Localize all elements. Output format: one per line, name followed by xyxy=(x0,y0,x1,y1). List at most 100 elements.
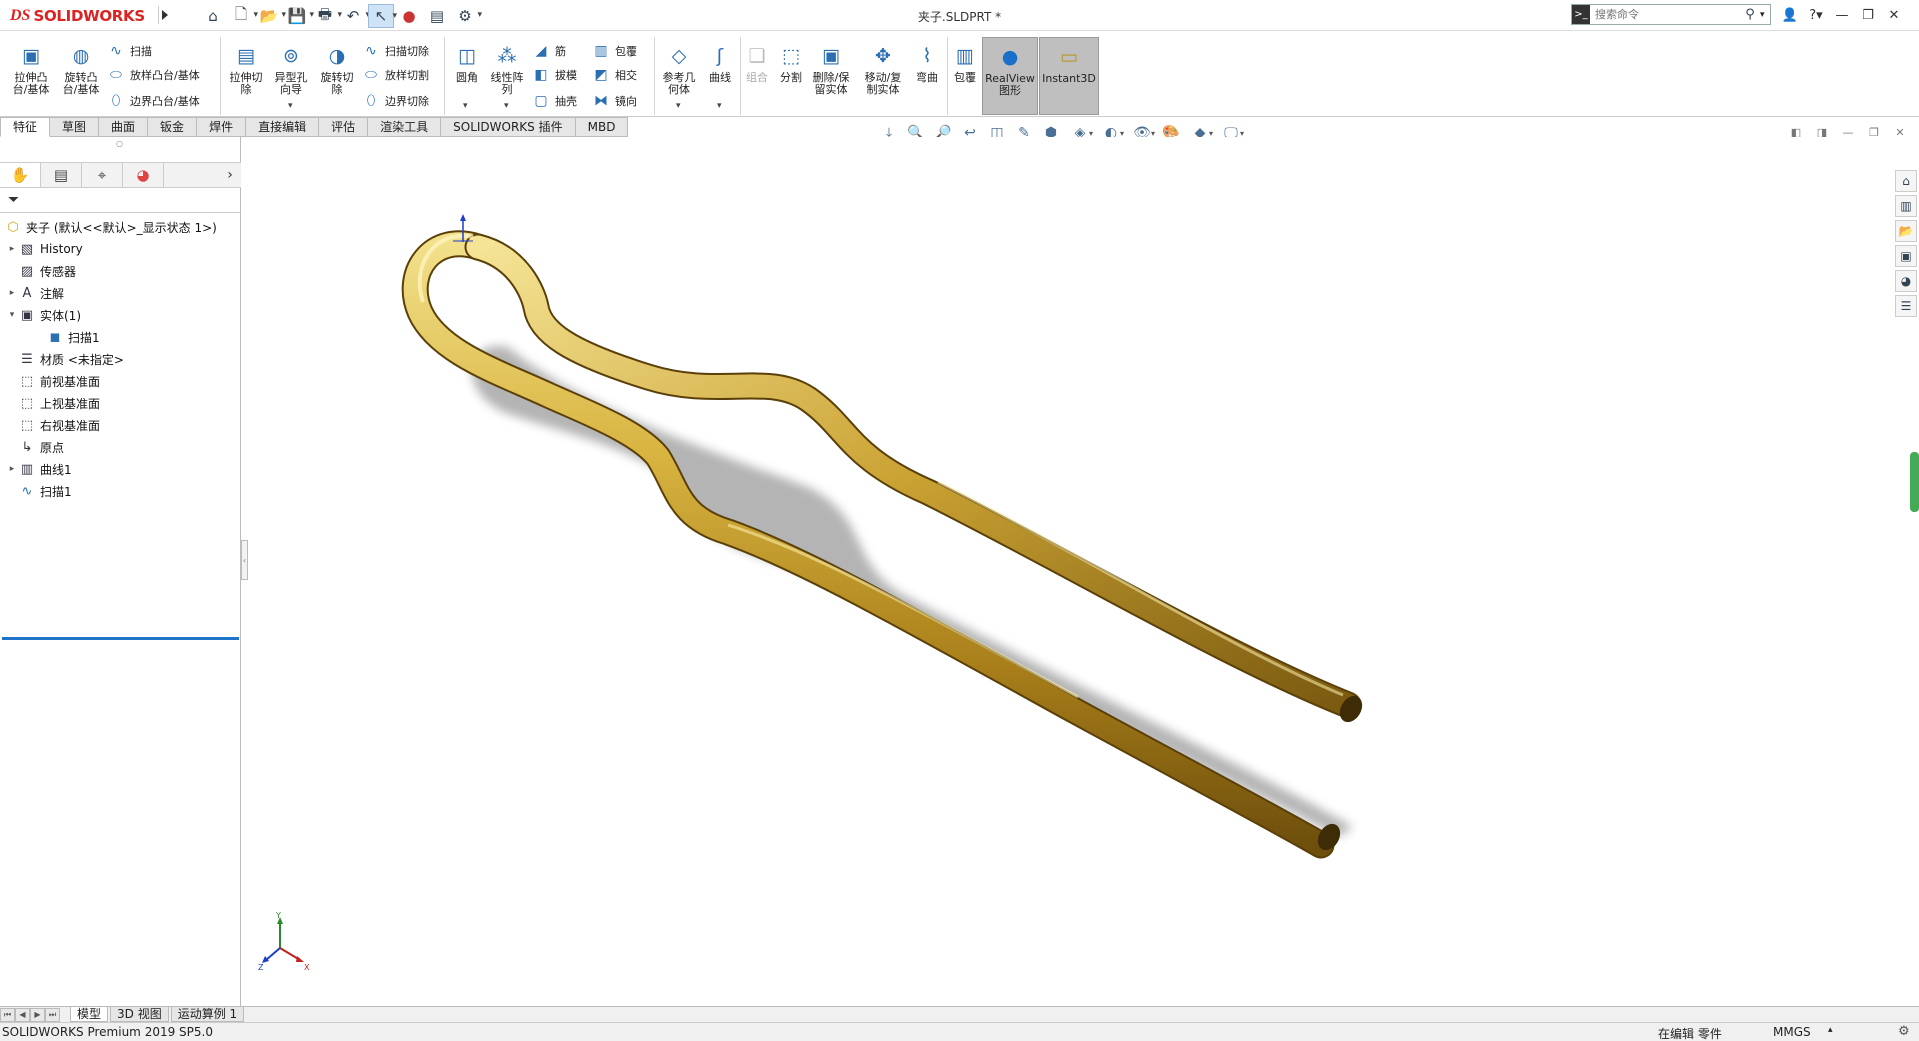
rebuild-traffic-light-icon[interactable]: ● xyxy=(396,4,422,28)
rib-button[interactable]: ◢ 筋 xyxy=(532,40,566,61)
tab-evaluate[interactable]: 评估 xyxy=(319,117,369,137)
displaymanager-tab-icon[interactable]: ◕ xyxy=(123,163,164,187)
user-account-icon[interactable]: 👤 xyxy=(1780,5,1800,25)
swept-cut-button[interactable]: ∿ 扫描切除 xyxy=(362,40,429,61)
custom-properties-icon[interactable]: ☰ xyxy=(1895,295,1917,317)
expand-arrow-icon[interactable]: ▸ xyxy=(6,464,18,474)
curves-dropdown-icon[interactable]: ▾ xyxy=(717,101,722,111)
design-library-icon[interactable]: ▥ xyxy=(1895,195,1917,217)
last-tab-arrow-icon[interactable]: ⏭ xyxy=(45,1007,60,1022)
tree-item-history[interactable]: ▸ ▧ History xyxy=(0,238,241,260)
hole-wizard-dropdown-icon[interactable]: ▾ xyxy=(288,101,293,111)
tree-item-front-plane[interactable]: ⬚ 前视基准面 xyxy=(0,370,241,392)
tab-weldments[interactable]: 焊件 xyxy=(197,117,247,137)
intersect-button[interactable]: ◩ 相交 xyxy=(592,64,637,85)
tab-mbd[interactable]: MBD xyxy=(575,117,629,137)
save-icon[interactable]: 💾 xyxy=(284,4,314,28)
tab-solidworks-addins[interactable]: SOLIDWORKS 插件 xyxy=(441,117,576,137)
tab-model[interactable]: 模型 xyxy=(70,1007,109,1022)
close-icon[interactable]: ✕ xyxy=(1884,5,1904,25)
solidworks-logo[interactable]: DS SOLIDWORKS xyxy=(10,5,145,27)
sweep-button[interactable]: ∿ 扫描 xyxy=(107,40,152,61)
tab-features[interactable]: 特征 xyxy=(0,117,51,137)
panel-more-arrow-icon[interactable]: › xyxy=(219,163,241,187)
search-input[interactable] xyxy=(1590,8,1740,21)
featuremanager-tab-icon[interactable]: ✋ xyxy=(0,163,41,187)
minimize-icon[interactable]: — xyxy=(1832,5,1852,25)
tree-item-curve1[interactable]: ▸ ▥ 曲线1 xyxy=(0,458,241,480)
linear-pattern-dropdown-icon[interactable]: ▾ xyxy=(504,101,509,111)
panel-collapse-handle-icon[interactable]: ○ xyxy=(116,139,123,148)
task-pane-scroll-handle[interactable] xyxy=(1910,452,1919,512)
search-icon[interactable]: ⚲ xyxy=(1740,7,1760,22)
customize-status-icon[interactable]: ⚙ xyxy=(1898,1024,1910,1039)
filter-icon[interactable]: ⏷ xyxy=(8,192,19,208)
tree-item-right-plane[interactable]: ⬚ 右视基准面 xyxy=(0,414,241,436)
rollback-bar[interactable] xyxy=(2,637,239,640)
tree-item-top-plane[interactable]: ⬚ 上视基准面 xyxy=(0,392,241,414)
tab-sheet-metal[interactable]: 钣金 xyxy=(148,117,198,137)
print-icon[interactable]: 🖶 xyxy=(312,4,342,28)
restore-icon[interactable]: ❐ xyxy=(1858,5,1878,25)
tree-item-origin[interactable]: ↳ 原点 xyxy=(0,436,241,458)
propertymanager-tab-icon[interactable]: ▤ xyxy=(41,163,82,187)
unit-system-dropdown-icon[interactable]: ▴ xyxy=(1828,1025,1833,1035)
boundary-cut-button[interactable]: ⬯ 边界切除 xyxy=(362,90,429,111)
tab-sketch[interactable]: 草图 xyxy=(50,117,100,137)
tab-render-tools[interactable]: 渲染工具 xyxy=(368,117,442,137)
realview-graphics-button[interactable]: ● RealView 图形 xyxy=(982,37,1038,115)
solidworks-resources-icon[interactable]: ⌂ xyxy=(1895,170,1917,192)
menu-expand-arrow-icon[interactable] xyxy=(158,6,170,24)
revolve-cut-button[interactable]: ◑ 旋转切 除 xyxy=(314,37,360,111)
tree-item-sensors[interactable]: ▨ 传感器 xyxy=(0,260,241,282)
mirror-button[interactable]: ⧓ 镜向 xyxy=(592,90,637,111)
panel-splitter-handle[interactable]: ‹ xyxy=(241,540,248,580)
collapse-arrow-icon[interactable]: ▾ xyxy=(6,310,18,320)
search-dropdown-icon[interactable]: ▾ xyxy=(1760,10,1770,20)
tree-item-solid-bodies[interactable]: ▾ ▣ 实体(1) xyxy=(0,304,241,326)
graphics-viewport[interactable]: Y X Z xyxy=(248,137,1919,1006)
search-commands-box[interactable]: >_ ⚲ ▾ xyxy=(1571,4,1771,25)
tree-item-body-sweep1[interactable]: ◼ 扫描1 xyxy=(0,326,241,348)
open-folder-icon[interactable]: 📂 xyxy=(256,4,286,28)
select-cursor-icon[interactable]: ↖ xyxy=(368,4,397,28)
expand-arrow-icon[interactable]: ▸ xyxy=(6,244,18,254)
first-tab-arrow-icon[interactable]: ⏮ xyxy=(0,1007,15,1022)
tree-item-sweep1[interactable]: ∿ 扫描1 xyxy=(0,480,241,502)
delete-keep-body-button[interactable]: ▣ 删除/保 留实体 xyxy=(808,37,854,111)
help-icon[interactable]: ?▾ xyxy=(1806,5,1826,25)
wrap-button[interactable]: ▥ 包覆 xyxy=(592,40,637,61)
undo-icon[interactable]: ↶ xyxy=(340,4,370,28)
revolve-boss-button[interactable]: ◍ 旋转凸 台/基体 xyxy=(58,37,104,111)
expand-arrow-icon[interactable]: ▸ xyxy=(6,288,18,298)
extrude-boss-button[interactable]: ▣ 拉伸凸 台/基体 xyxy=(8,37,54,111)
reference-geometry-dropdown-icon[interactable]: ▾ xyxy=(676,101,681,111)
tree-root-part[interactable]: ⬡ 夹子 (默认<<默认>_显示状态 1>) xyxy=(0,216,241,238)
unit-system[interactable]: MMGS xyxy=(1773,1025,1811,1039)
home-icon[interactable]: ⌂ xyxy=(200,4,226,28)
shell-button[interactable]: ▢ 抽壳 xyxy=(532,90,577,111)
options-gear-icon[interactable]: ⚙ xyxy=(452,4,482,28)
loft-boss-button[interactable]: ⬭ 放样凸台/基体 xyxy=(107,64,200,85)
reference-geometry-button[interactable]: ◇ 参考几 何体 xyxy=(656,37,702,111)
lofted-cut-button[interactable]: ⬭ 放样切割 xyxy=(362,64,429,85)
appearances-icon[interactable]: ◕ xyxy=(1895,270,1917,292)
view-palette-icon[interactable]: ▣ xyxy=(1895,245,1917,267)
tree-item-material[interactable]: ☰ 材质 <未指定> xyxy=(0,348,241,370)
tab-3d-views[interactable]: 3D 视图 xyxy=(110,1007,169,1022)
tree-item-annotations[interactable]: ▸ A 注解 xyxy=(0,282,241,304)
filter-row[interactable]: ⏷ xyxy=(0,189,241,213)
model-canvas[interactable] xyxy=(248,137,1919,1006)
move-copy-body-button[interactable]: ✥ 移动/复 制实体 xyxy=(860,37,906,111)
hole-wizard-button[interactable]: ⊚ 异型孔 向导 xyxy=(268,37,314,111)
tab-motion-study[interactable]: 运动算例 1 xyxy=(170,1007,245,1022)
new-document-icon[interactable]: 🗋 xyxy=(228,4,258,28)
instant3d-button[interactable]: ▭ Instant3D xyxy=(1039,37,1099,115)
draft-button[interactable]: ◧ 拔模 xyxy=(532,64,577,85)
tab-direct-editing[interactable]: 直接编辑 xyxy=(246,117,320,137)
file-explorer-icon[interactable]: 📂 xyxy=(1895,220,1917,242)
configurationmanager-tab-icon[interactable]: ⌖ xyxy=(82,163,123,187)
next-tab-arrow-icon[interactable]: ▶ xyxy=(30,1007,45,1022)
file-properties-icon[interactable]: ▤ xyxy=(424,4,450,28)
tab-surfaces[interactable]: 曲面 xyxy=(99,117,149,137)
